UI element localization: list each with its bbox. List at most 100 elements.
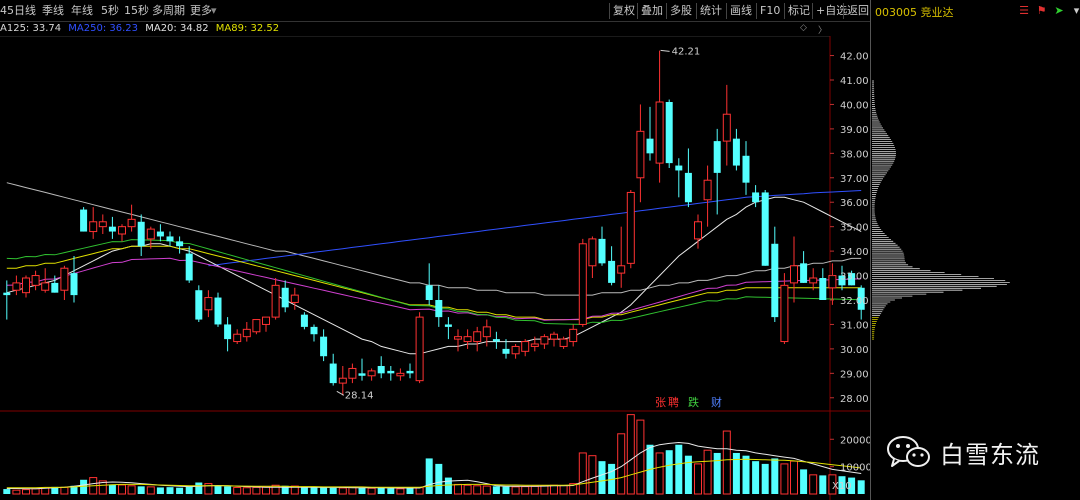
tab-45-day-line[interactable]: 45日线 bbox=[0, 3, 36, 19]
candle-body-up bbox=[482, 326, 491, 338]
statistics-button[interactable]: 统计 bbox=[696, 3, 722, 19]
ma125-value: A125: 33.74 bbox=[0, 23, 62, 34]
ma-line-ma89 bbox=[6, 245, 862, 321]
volume-bar-down bbox=[857, 480, 865, 494]
candle-body-down bbox=[675, 165, 683, 171]
tab-more[interactable]: 更多 bbox=[190, 3, 212, 19]
chart-grid bbox=[0, 36, 870, 500]
price-tick: 35.00 bbox=[840, 223, 869, 234]
candle-body-down bbox=[310, 326, 318, 335]
candle-body-up bbox=[146, 228, 155, 240]
candle-body-up bbox=[89, 221, 98, 233]
price-tick: 38.00 bbox=[840, 149, 869, 160]
f10-button[interactable]: F10 bbox=[756, 3, 780, 19]
badge-cai[interactable]: 财 bbox=[711, 395, 722, 409]
candle-body-up bbox=[703, 179, 712, 201]
candle-body-down bbox=[320, 336, 328, 357]
candle-body-down bbox=[166, 236, 174, 242]
candle-body-down bbox=[492, 339, 500, 342]
period-toolbar: 45日线 季线 年线 5秒 15秒 多周期 更多 ▾ 复权 叠加 多股 统计 画… bbox=[0, 0, 870, 22]
volume-bar-down bbox=[819, 475, 827, 494]
candle-body-up bbox=[578, 243, 587, 325]
candle-body-down bbox=[502, 348, 510, 354]
price-tick: 42.00 bbox=[840, 52, 869, 63]
diamond-icon[interactable]: ◇ bbox=[800, 23, 807, 33]
ma250-value: MA250: 36.23 bbox=[68, 23, 139, 34]
volume-bar-down bbox=[195, 482, 203, 494]
volume-bar-down bbox=[492, 486, 500, 494]
add-watchlist-button[interactable]: +自选 bbox=[812, 3, 847, 19]
volume-bar-down bbox=[665, 450, 673, 494]
restore-rights-button[interactable]: 复权 bbox=[609, 3, 635, 19]
candle-body-up bbox=[540, 336, 549, 345]
volume-bar-up bbox=[530, 485, 539, 495]
volume-bar-up bbox=[809, 474, 818, 495]
volume-bar-up bbox=[588, 455, 597, 495]
volume-bar-down bbox=[156, 487, 164, 494]
candle-body-down bbox=[108, 226, 116, 232]
price-tick: 30.00 bbox=[840, 345, 869, 356]
chevron-down-icon[interactable]: ▾ bbox=[211, 3, 217, 19]
candle-body-down bbox=[406, 370, 414, 374]
volume-bar-up bbox=[118, 484, 126, 495]
volume-bar-down bbox=[137, 486, 145, 494]
wechat-icon bbox=[887, 436, 930, 467]
candle-body-up bbox=[550, 333, 558, 340]
tab-15-second[interactable]: 15秒 bbox=[124, 3, 149, 19]
candle-body-down bbox=[752, 192, 760, 203]
badge-die[interactable]: 跌 bbox=[688, 395, 699, 409]
overlay-button[interactable]: 叠加 bbox=[637, 3, 663, 19]
multi-stock-button[interactable]: 多股 bbox=[666, 3, 692, 19]
low-price-label: 28.14 bbox=[345, 390, 374, 401]
volume-bar-down bbox=[377, 487, 385, 494]
tab-year-line[interactable]: 年线 bbox=[71, 3, 93, 19]
badge-zhang[interactable]: 张 bbox=[655, 396, 666, 409]
event-badges[interactable]: 张 聘 跌 财 bbox=[655, 395, 722, 409]
candle-body-up bbox=[98, 221, 107, 228]
chevron-right-icon[interactable]: 〉 bbox=[818, 23, 827, 36]
candle-body-down bbox=[435, 300, 443, 318]
volume-bar-up bbox=[521, 486, 530, 495]
price-tick: 41.00 bbox=[840, 76, 869, 87]
candle-body-down bbox=[761, 192, 769, 266]
candle-body-up bbox=[790, 265, 798, 284]
draw-line-button[interactable]: 画线 bbox=[726, 3, 752, 19]
volume-bar-up bbox=[780, 463, 789, 495]
volume-bar-up bbox=[146, 486, 155, 495]
volume-bar-up bbox=[454, 483, 462, 495]
volume-bar-down bbox=[185, 486, 193, 494]
mark-button[interactable]: 标记 bbox=[784, 3, 810, 19]
tab-quarter-line[interactable]: 季线 bbox=[42, 3, 64, 19]
candle-body-up bbox=[530, 343, 539, 347]
candle-body-up bbox=[118, 226, 126, 235]
volume-bar-down bbox=[108, 484, 116, 494]
badge-pin[interactable]: 聘 bbox=[668, 395, 679, 409]
ma-line-magenta bbox=[6, 257, 862, 321]
candle-body-down bbox=[819, 278, 827, 300]
candle-body-up bbox=[415, 316, 424, 382]
volume-bar-up bbox=[473, 485, 482, 495]
price-tick: 33.00 bbox=[840, 272, 869, 283]
volume-bar-down bbox=[435, 463, 443, 494]
chip-distribution bbox=[872, 80, 1010, 340]
volume-bar-down bbox=[713, 452, 721, 494]
tab-5-second[interactable]: 5秒 bbox=[101, 3, 119, 19]
volume-bar-up bbox=[550, 484, 558, 495]
candle-body-down bbox=[425, 285, 433, 300]
candle-body-down bbox=[51, 282, 59, 293]
volume-bar-up bbox=[722, 430, 731, 495]
volume-bar-up bbox=[703, 449, 712, 495]
volume-bar-down bbox=[176, 487, 184, 494]
candle-body-down bbox=[3, 292, 11, 296]
volume-bar-up bbox=[12, 489, 21, 495]
volume-bar-up bbox=[626, 414, 635, 495]
candle-body-up bbox=[367, 370, 376, 377]
volume-bar-up bbox=[790, 460, 798, 495]
kline-chart[interactable]: 42.00 41.00 40.00 39.00 38.00 37.00 36.00 35.00… bbox=[0, 36, 870, 500]
price-tick: 37.00 bbox=[840, 174, 869, 185]
volume-bar-down bbox=[742, 455, 750, 494]
volume-tick: 20000 bbox=[840, 435, 870, 446]
tab-multi-period[interactable]: 多周期 bbox=[152, 3, 185, 19]
back-button[interactable]: 返回 bbox=[843, 3, 869, 19]
price-tick: 40.00 bbox=[840, 100, 869, 111]
